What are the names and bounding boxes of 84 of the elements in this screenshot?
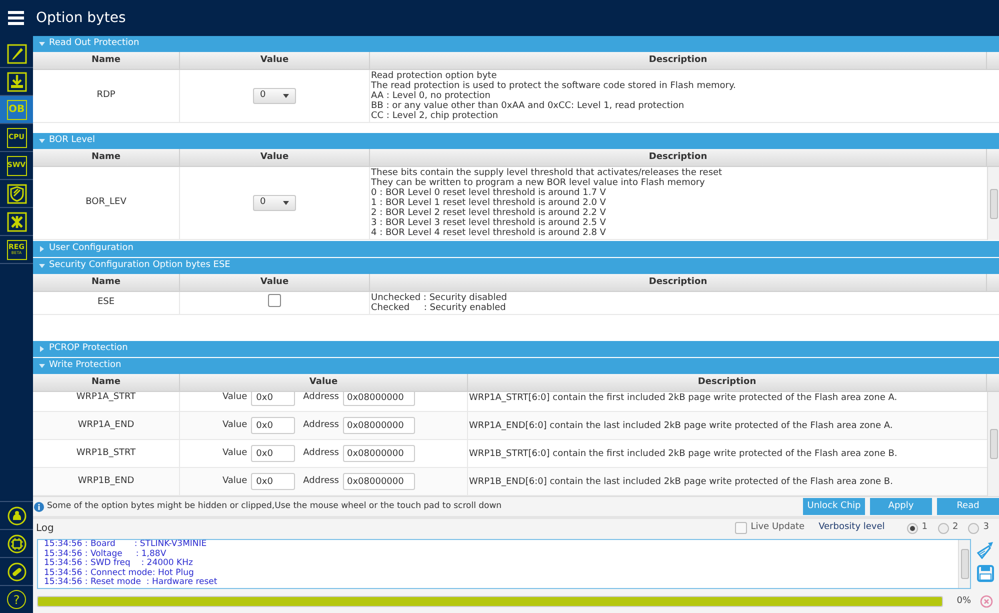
table-cell: ESE [33, 292, 180, 314]
log-line: 15:34:56 : Voltage : 1,88V [44, 550, 166, 559]
field-label: Value [222, 474, 248, 488]
caret-icon [39, 41, 45, 47]
description-text: WRP1B_STRT[6:0] contain the first included 2kB page write protected of the Flash area zone B. [468, 448, 898, 460]
field-label: Address [303, 474, 339, 488]
save-icon[interactable] [976, 565, 994, 582]
scrollbar[interactable] [958, 540, 970, 588]
column-header[interactable]: Name [33, 52, 180, 69]
column-header[interactable]: Description [370, 52, 987, 69]
caret-icon [283, 201, 289, 205]
menu-icon[interactable] [8, 11, 24, 25]
address-input[interactable]: 0x08000000 [343, 417, 415, 434]
info-text: Some of the option bytes might be hidden or clipped,Use the mouse wheel or the touch pad to scroll down [47, 500, 502, 513]
value-input[interactable]: 0x0 [251, 417, 296, 434]
table-cell: BOR_LEV [33, 167, 180, 239]
value-input[interactable]: 0x0 [251, 445, 296, 462]
log-line: 15:34:56 : SWD freq : 24000 KHz [44, 559, 194, 568]
description-text: Read protection option byte The read protection is used to protect the software code stored in Flash memory. AA : Level 0, no protection BB : or any value other than 0xAA and 0xCC: Level 1, read protection CC : Level 2, chip protection [370, 70, 737, 122]
sidebar-label: OB [8, 104, 25, 114]
field-label: Value [222, 446, 248, 460]
edit-icon [6, 44, 26, 64]
field-label: Value [222, 392, 248, 404]
column-header[interactable]: Description [468, 374, 987, 391]
address-input[interactable]: 0x08000000 [343, 392, 415, 406]
table-cell: WRP1B_STRT [33, 440, 180, 467]
radio-button[interactable] [906, 522, 918, 534]
address-input[interactable]: 0x08000000 [343, 445, 415, 462]
scrollbar[interactable] [987, 167, 999, 240]
scrollbar[interactable] [987, 392, 999, 496]
caret-icon [39, 138, 45, 144]
close-icon[interactable] [980, 595, 993, 608]
description-text: WRP1B_END[6:0] contain the last included 2kB page write protected of the Flash area zone B. [468, 476, 894, 488]
description-text: These bits contain the supply level threshold that activates/releases the reset They can be written to program a new BOR level value into Flash memory 0 : BOR Level 0 reset level threshold is around 1.7 V 1 : BOR Level 1 reset level threshold is around 2.0 V 2 : BOR Level 2 reset level threshold is around 2.2 V 3 : BOR Level 3 reset level threshold is around 2.5 V 4 : BOR Level 4 reset level threshold is around 2.8 V [370, 167, 724, 239]
table-cell: WRP1A_STRT [33, 392, 180, 411]
verbosity-label: Verbosity level [818, 521, 885, 534]
download-icon [6, 72, 26, 92]
description-text: WRP1A_END[6:0] contain the last included 2kB page write protected of the Flash area zone A. [468, 420, 894, 432]
caret-icon [39, 346, 45, 352]
caret-icon [283, 94, 289, 98]
column-header[interactable]: Value [180, 149, 370, 166]
field-label: Address [303, 418, 339, 432]
column-header[interactable]: Description [370, 149, 987, 166]
checkbox-label: Live Update [750, 521, 805, 534]
radio-label: 3 [983, 521, 989, 534]
column-header[interactable]: Value [180, 274, 370, 291]
page-title: Option bytes [36, 8, 126, 28]
column-header[interactable]: Name [33, 374, 180, 391]
log-title: Log [36, 522, 54, 536]
log-line: 15:34:56 : Connect mode: Hot Plug [44, 568, 195, 578]
caret-icon [39, 263, 45, 269]
column-header[interactable]: Value [180, 374, 468, 391]
description-text: WRP1A_STRT[6:0] contain the first included 2kB page write protected of the Flash area zone A. [468, 392, 898, 404]
cross-icon [6, 212, 26, 232]
column-header[interactable]: Value [180, 52, 370, 69]
log-line: 15:34:56 : Reset mode : Hardware reset [44, 578, 218, 588]
field-label: Value [222, 418, 248, 432]
chip-icon [6, 534, 26, 554]
column-header[interactable]: Name [33, 274, 180, 291]
address-input[interactable]: 0x08000000 [343, 473, 415, 490]
checkbox[interactable] [734, 522, 747, 534]
progress-reading: 0% [956, 594, 971, 608]
value-input[interactable]: 0x0 [251, 392, 296, 406]
caret-icon [39, 363, 45, 369]
checkbox[interactable] [268, 294, 281, 307]
radio-button[interactable] [968, 522, 980, 534]
shield-icon [6, 184, 26, 204]
radio-button[interactable] [938, 522, 949, 534]
help-label: ? [7, 590, 26, 609]
table-cell: WRP1A_END [33, 412, 180, 439]
column-header[interactable]: Name [33, 149, 180, 166]
table-cell: WRP1B_END [33, 468, 180, 495]
log-line: 15:34:56 : Board : STLINK-V3MINIE [44, 540, 208, 550]
radio-label: 1 [922, 521, 928, 534]
field-label: Address [303, 446, 339, 460]
field-label: Address [303, 392, 339, 404]
caret-icon [39, 246, 45, 252]
value-dropdown[interactable]: 0 [253, 88, 296, 104]
value-input[interactable]: 0x0 [251, 473, 296, 490]
table-cell: RDP [33, 70, 180, 122]
column-header[interactable]: Description [370, 274, 987, 291]
description-text: Unchecked : Security disabled Checked : Security enabled [370, 292, 508, 314]
radio-label: 2 [952, 521, 958, 534]
value-dropdown[interactable]: 0 [253, 195, 296, 211]
